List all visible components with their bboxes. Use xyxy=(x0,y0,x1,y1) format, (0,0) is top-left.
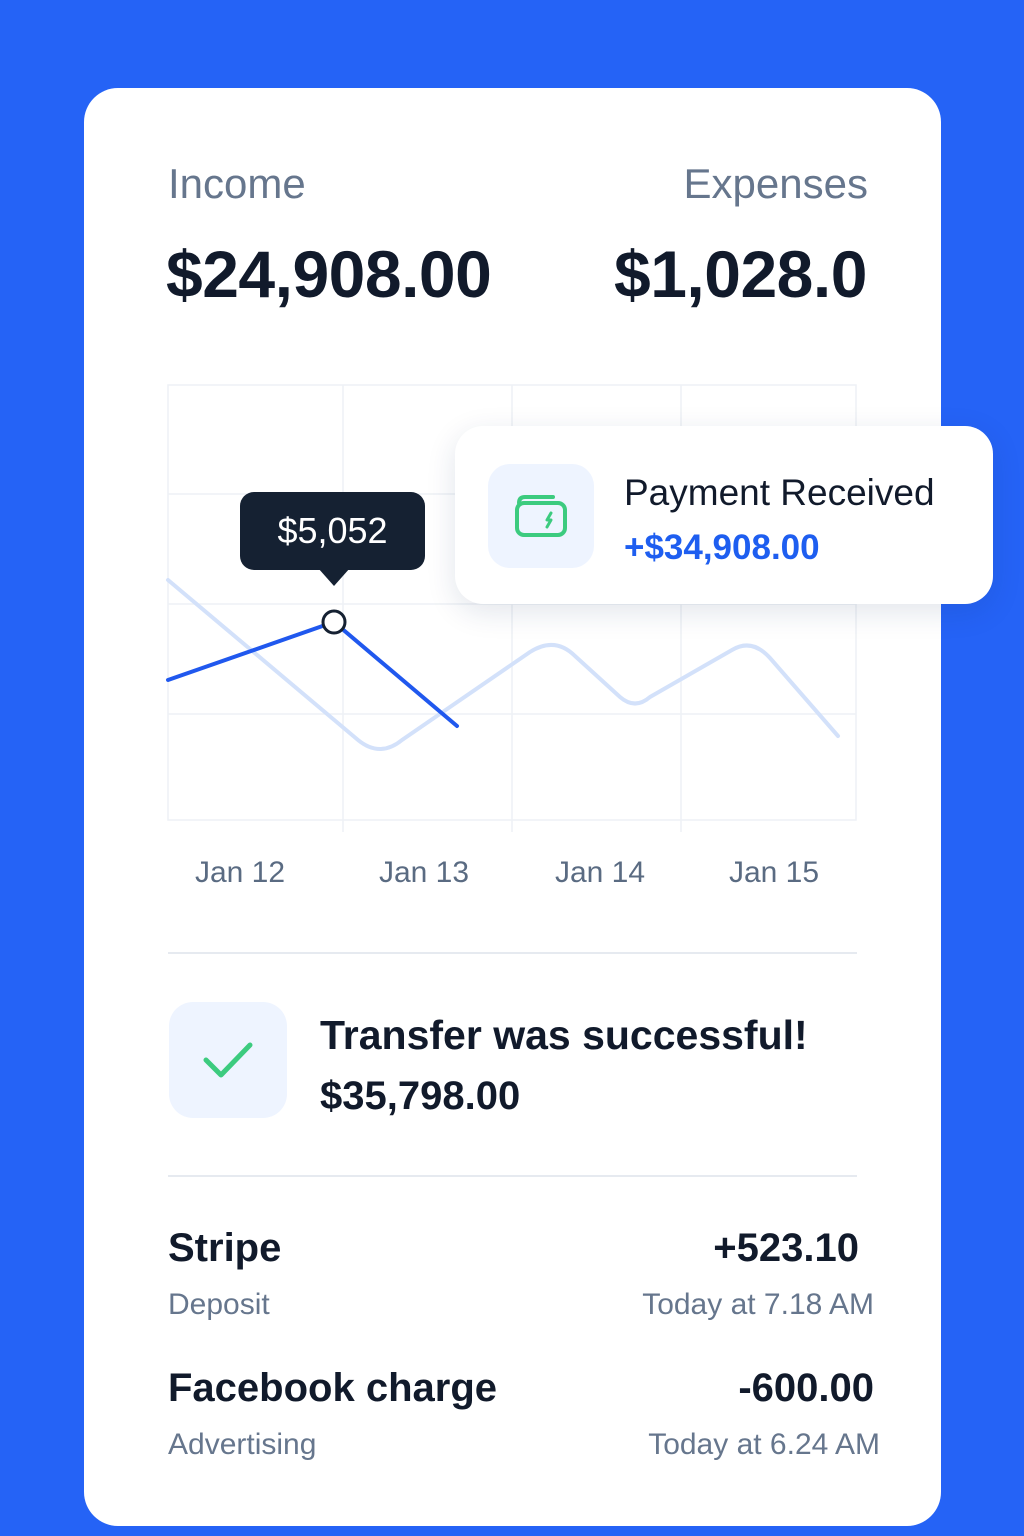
section-divider xyxy=(168,952,857,954)
wallet-icon xyxy=(515,495,567,537)
transfer-status-title: Transfer was successful! xyxy=(320,1012,808,1058)
income-value: $24,908.00 xyxy=(166,237,492,311)
tooltip-arrow xyxy=(318,568,350,586)
income-label: Income xyxy=(168,160,306,207)
transaction-amount: -600.00 xyxy=(738,1366,874,1410)
check-icon xyxy=(203,1042,253,1078)
payment-amount: +$34,908.00 xyxy=(624,528,820,567)
transaction-time: Today at 7.18 AM xyxy=(642,1288,874,1321)
x-tick-label: Jan 15 xyxy=(728,856,820,889)
expenses-label: Expenses xyxy=(683,160,868,207)
transaction-amount: +523.10 xyxy=(713,1226,859,1270)
expenses-value: $1,028.0 xyxy=(614,237,867,311)
transaction-name: Stripe xyxy=(168,1226,282,1270)
payment-icon-container xyxy=(488,464,594,568)
x-tick-label: Jan 14 xyxy=(554,856,646,889)
transaction-time: Today at 6.24 AM xyxy=(648,1428,880,1461)
x-tick-label: Jan 13 xyxy=(378,856,470,889)
transaction-name: Facebook charge xyxy=(168,1366,498,1410)
transfer-amount: $35,798.00 xyxy=(320,1074,521,1118)
x-tick-label: Jan 12 xyxy=(194,856,286,889)
check-icon-container xyxy=(169,1002,287,1118)
transaction-category: Advertising xyxy=(168,1428,317,1461)
tooltip-value: $5,052 xyxy=(277,510,388,551)
chart-tooltip: $5,052 xyxy=(240,492,425,570)
payment-title: Payment Received xyxy=(624,472,935,513)
section-divider xyxy=(168,1175,857,1177)
transaction-category: Deposit xyxy=(168,1288,270,1321)
